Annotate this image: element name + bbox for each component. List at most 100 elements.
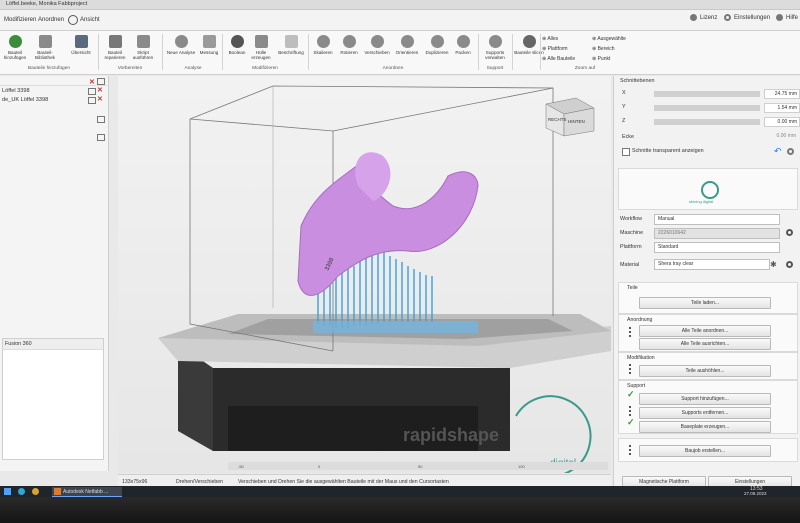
gear-icon[interactable] <box>787 148 794 155</box>
add-part-button[interactable]: Bauteil hinzufügen <box>0 35 30 60</box>
search-icon[interactable] <box>68 15 78 25</box>
material-select[interactable]: Shera tray clear <box>654 259 770 270</box>
scene: 3398 rapidshape digital RECHTS HINTEN -5… <box>158 85 611 473</box>
group-label-modify: Modifizieren <box>252 66 278 71</box>
folder-icon[interactable] <box>97 134 105 141</box>
menu-anordnen[interactable]: Anordnen <box>38 17 64 23</box>
orient-button[interactable]: Orientieren <box>392 35 422 55</box>
remove-supports-button[interactable]: Supports entfernen... <box>639 407 771 419</box>
delete-icon[interactable]: ✕ <box>97 86 103 94</box>
part-library-button[interactable]: Bauteil-Bibliothek <box>30 35 60 60</box>
zoom-all-parts-option[interactable]: ⊕ Alle Bauteile <box>542 54 575 64</box>
folder-icon[interactable] <box>97 78 105 85</box>
move-icon <box>370 35 384 48</box>
modification-section-title: Modifikation <box>627 355 655 361</box>
z-value-field[interactable]: 0.00 mm <box>764 117 800 127</box>
repair-part-button[interactable]: Bauteil reparieren <box>100 35 130 60</box>
y-value-field[interactable]: 1.54 mm <box>764 103 800 113</box>
zoom-platform-option[interactable]: ⊕ Plattform <box>542 44 575 54</box>
pack-button[interactable]: Packen <box>448 35 478 55</box>
menu-modifizieren[interactable]: Modifizieren <box>4 17 36 23</box>
windows-start-icon[interactable] <box>4 488 11 495</box>
script-icon <box>136 35 150 48</box>
x-value-field[interactable]: 24.75 mm <box>764 89 800 99</box>
settings-button[interactable]: Einstellungen <box>724 14 770 21</box>
drag-handle-icon[interactable] <box>629 406 633 416</box>
menu-ansicht[interactable]: Ansicht <box>80 17 100 23</box>
parts-section-title: Teile <box>627 285 638 291</box>
gear-icon[interactable] <box>786 229 793 236</box>
align-all-button[interactable]: Alle Teile ausrichten... <box>639 338 771 350</box>
ruler-tick: 50 <box>418 464 423 469</box>
scale-icon <box>316 35 330 48</box>
info-box: Fusion 360 <box>2 338 104 460</box>
z-slider[interactable] <box>654 119 760 125</box>
overview-button[interactable]: Übersicht <box>66 35 96 55</box>
drag-handle-icon[interactable] <box>629 445 633 455</box>
support-section: Support ✓ Support hinzufügen... Supports… <box>618 380 798 434</box>
new-analysis-button[interactable]: Neue Analyse <box>166 35 196 55</box>
group-label-zoom: Zoom auf <box>574 66 596 71</box>
overview-icon <box>74 35 88 48</box>
create-build-job-button[interactable]: Baujob erstellen... <box>639 445 771 457</box>
drag-handle-icon[interactable] <box>629 364 633 374</box>
zoom-selected-option[interactable]: ⊕ Ausgewählte <box>592 34 626 44</box>
x-slider[interactable] <box>654 91 760 97</box>
modification-section: Modifikation Teile aushöhlen... <box>618 352 798 380</box>
visibility-icon[interactable] <box>88 97 96 104</box>
brand-logo-icon <box>701 181 719 199</box>
visibility-icon[interactable] <box>88 88 96 95</box>
status-mode: Drehen/Verschieben <box>176 479 224 485</box>
arrange-all-button[interactable]: Alle Teile anordnen... <box>639 325 771 337</box>
part-list-item[interactable]: Löffel 3398 <box>2 88 30 94</box>
build-job-section: Baujob erstellen... <box>618 438 798 462</box>
drag-handle-icon[interactable] <box>629 327 633 337</box>
part-list-item[interactable]: de_UK Löffel 3398 <box>2 97 48 103</box>
load-parts-button[interactable]: Teile laden... <box>639 297 771 309</box>
edge-browser-icon[interactable] <box>18 488 25 495</box>
gear-icon[interactable] <box>786 261 793 268</box>
rotate-button[interactable]: Rotieren <box>334 35 364 55</box>
ruler-tick: 100 <box>518 464 525 469</box>
duplicate-icon <box>430 35 444 48</box>
chrome-icon[interactable] <box>32 488 39 495</box>
parts-panel: Löffel 3398 de_UK Löffel 3398 ✕ ✕ ✕ Fusi… <box>0 76 109 471</box>
delete-icon[interactable]: ✕ <box>97 95 103 103</box>
taskbar-app-netfabb[interactable]: Autodesk Netfabb ... <box>52 487 122 497</box>
light-icon[interactable]: ✱ <box>770 260 777 269</box>
help-icon <box>776 14 783 21</box>
zoom-point-option[interactable]: ⊕ Punkt <box>592 54 626 64</box>
measure-button[interactable]: Messung <box>194 35 224 55</box>
3d-viewport[interactable]: 3398 rapidshape digital RECHTS HINTEN -5… <box>118 76 611 473</box>
workflow-select[interactable]: Manual <box>654 214 780 225</box>
transparent-checkbox[interactable] <box>622 148 630 156</box>
manage-supports-button[interactable]: Supports verwalten <box>480 35 510 60</box>
workflow-label: Workflow <box>620 216 643 222</box>
undo-icon[interactable]: ↶ <box>774 146 782 157</box>
add-part-icon <box>8 35 22 48</box>
axis-y-label: Y <box>622 104 626 110</box>
move-button[interactable]: Verschieben <box>362 35 392 55</box>
zoom-area-option[interactable]: ⊕ Bereich <box>592 44 626 54</box>
label-button[interactable]: Beschriftung <box>276 35 306 55</box>
license-button[interactable]: Lizenz <box>690 14 717 21</box>
selection-options: ⊕ Ausgewählte ⊕ Bereich ⊕ Punkt <box>592 34 626 64</box>
axis-x-label: X <box>622 90 626 96</box>
hull-button[interactable]: Hülle erzeugen <box>246 35 276 60</box>
add-support-button[interactable]: Support hinzufügen... <box>639 393 771 405</box>
menu-bar: Modifizieren Anordnen Ansicht Lizenz Ein… <box>0 10 800 31</box>
zoom-all-option[interactable]: ⊕ Alles <box>542 34 575 44</box>
support-base-plate <box>313 321 478 333</box>
platform-select[interactable]: Standard <box>654 242 780 253</box>
y-slider[interactable] <box>654 105 760 111</box>
monitor-bezel <box>0 497 800 523</box>
baseplate-button[interactable]: Baseplate erzeugen... <box>639 421 771 433</box>
rotate-icon <box>342 35 356 48</box>
hollow-parts-button[interactable]: Teile aushöhlen... <box>639 365 771 377</box>
delete-icon[interactable]: ✕ <box>89 78 95 86</box>
help-button[interactable]: Hilfe <box>776 14 798 21</box>
folder-icon[interactable] <box>97 116 105 123</box>
pack-icon <box>456 35 470 48</box>
view-cube[interactable]: RECHTS HINTEN <box>545 97 595 137</box>
run-script-button[interactable]: Skript ausführen <box>128 35 158 60</box>
